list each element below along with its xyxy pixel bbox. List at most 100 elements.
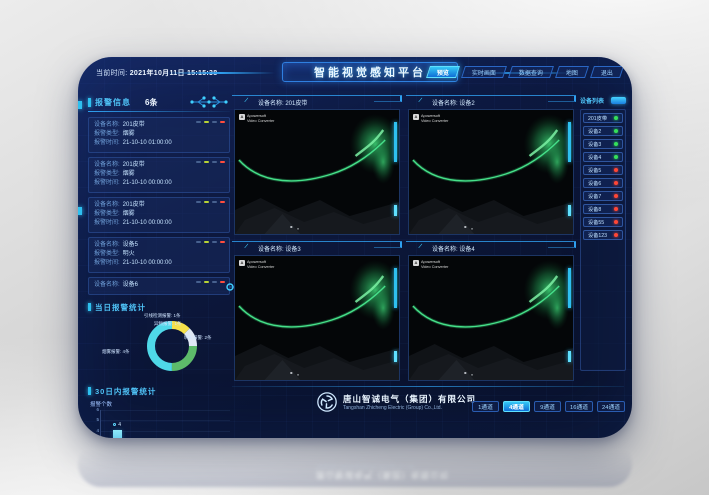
device-name: 设备7 — [588, 193, 601, 200]
alarm-card[interactable]: 设备名称:设备5报警类型:明火报警时间:21-10-10 00:00:00 — [88, 237, 230, 273]
alarm-field-value: 21-10-10 00:00:00 — [123, 219, 172, 228]
nav-button-2[interactable]: 实时画面 — [461, 66, 507, 78]
status-dash — [196, 241, 201, 243]
device-list-item-设备2[interactable]: 设备2 — [583, 126, 623, 136]
device-name: 设备123 — [588, 232, 607, 239]
scrollbar-decoration — [394, 122, 397, 162]
status-dash — [212, 281, 217, 283]
nav-button-label: 预览 — [437, 68, 449, 77]
video-panel-3[interactable]: ∕∕设备名称: 设备3 AApowersoftVideo Converter — [232, 241, 402, 383]
video-feed[interactable]: AApowersoftVideo Converter — [408, 109, 574, 235]
device-list-item-设备6[interactable]: 设备6 — [583, 178, 623, 188]
video-panel-header: ∕∕设备名称: 设备2 — [406, 95, 576, 108]
status-dash — [212, 121, 217, 123]
alarm-sidebar: 报警信息 6条 设备名称:201皮带报警类型:烟雾报警时间:21-10-10 0… — [88, 95, 230, 431]
video-frame — [235, 110, 399, 234]
nav-button-label: 退出 — [601, 68, 613, 77]
nav-button-1[interactable]: 预览 — [426, 66, 460, 78]
device-list-item-设备8[interactable]: 设备8 — [583, 204, 623, 214]
watermark-icon: A — [239, 260, 245, 266]
channel-button-24通道[interactable]: 24通道 — [597, 401, 625, 412]
alarm-card[interactable]: 设备名称:201皮带报警类型:烟雾报警时间:21-10-10 00:00:00 — [88, 157, 230, 193]
alarm-panel-title: 报警信息 — [95, 97, 131, 108]
device-list-item-设备7[interactable]: 设备7 — [583, 191, 623, 201]
watermark-text: ApowersoftVideo Converter — [421, 260, 448, 269]
device-name: 201皮带 — [588, 115, 607, 122]
device-list-item-设备55[interactable]: 设备55 — [583, 217, 623, 227]
alarm-field-label: 设备名称: — [94, 121, 120, 130]
device-list-item-设备4[interactable]: 设备4 — [583, 152, 623, 162]
video-panel-title: 设备名称: 设备2 — [432, 98, 475, 107]
bar-value-marker: 4 — [113, 422, 121, 428]
channel-button-4通道[interactable]: 4通道 — [503, 401, 530, 412]
device-sidebar: 设备列表 201皮带设备2 设备3 设备4 设备5 设备6 设备7 设备8 设备55 设备123 — [580, 95, 626, 395]
status-dash — [220, 121, 225, 123]
status-dash — [196, 121, 201, 123]
device-name: 设备2 — [588, 128, 601, 135]
nav-button-5[interactable]: 退出 — [590, 66, 624, 78]
status-dash — [196, 161, 201, 163]
nav-button-3[interactable]: 数据查询 — [508, 66, 554, 78]
reflection-company-cn: 唐山智诚电气（集团）有限公司 — [316, 469, 449, 481]
status-dash — [212, 161, 217, 163]
channel-button-label: 16通道 — [570, 402, 588, 411]
device-list-header: 设备列表 — [580, 95, 626, 106]
nav-buttons: 预览 实时画面数据查询地图 退出 — [428, 66, 622, 78]
video-feed[interactable]: AApowersoftVideo Converter — [408, 255, 574, 381]
channel-button-16通道[interactable]: 16通道 — [565, 401, 593, 412]
alarm-status-strip — [196, 161, 225, 163]
device-list-item-201皮带[interactable]: 201皮带 — [583, 113, 623, 123]
status-dash — [204, 121, 209, 123]
watermark-text: ApowersoftVideo Converter — [247, 260, 274, 269]
bar — [113, 430, 122, 438]
video-wall: ∕∕设备名称: 201皮带 AApowersoftVideo Converter… — [232, 95, 576, 385]
status-dash — [212, 201, 217, 203]
device-list-item-设备5[interactable]: 设备5 — [583, 165, 623, 175]
alarm-field-label: 设备名称: — [94, 161, 120, 170]
alarm-card[interactable]: 设备名称:201皮带报警类型:烟雾报警时间:21-10-10 01:00:00 — [88, 117, 230, 153]
video-watermark: AApowersoftVideo Converter — [239, 260, 274, 269]
alarm-status-strip — [196, 121, 225, 123]
daily-stats-title: 当日报警统计 — [88, 301, 230, 313]
alarm-status-strip — [196, 201, 225, 203]
video-panel-1[interactable]: ∕∕设备名称: 201皮带 AApowersoftVideo Converter — [232, 95, 402, 237]
company-name-cn: 唐山智诚电气（集团）有限公司 — [343, 393, 476, 405]
panel-reflection: 唐山智诚电气（集团）有限公司 Tangshan Zhicheng Electri… — [78, 441, 632, 487]
channel-button-1通道[interactable]: 1通道 — [472, 401, 499, 412]
device-name: 设备3 — [588, 141, 601, 148]
status-dash — [220, 161, 225, 163]
alarm-field: 报警类型:烟雾 — [94, 130, 224, 139]
video-panel-2[interactable]: ∕∕设备名称: 设备2 AApowersoftVideo Converter — [406, 95, 576, 237]
status-dash — [220, 201, 225, 203]
video-feed[interactable]: AApowersoftVideo Converter — [234, 109, 400, 235]
scrollbar-decoration — [394, 205, 397, 216]
daily-alarm-donut-chart: 烟雾报警: 4条明火报警: 2条引线检测报警: 1条异物报警: 1条 — [88, 313, 230, 379]
status-dash — [204, 281, 209, 283]
nav-button-4[interactable]: 地图 — [555, 66, 589, 78]
alarm-header-underline — [88, 111, 230, 112]
device-search-button[interactable] — [611, 97, 626, 104]
device-name: 设备4 — [588, 154, 601, 161]
donut-label: 烟雾报警: 4条 — [102, 349, 130, 355]
video-watermark: AApowersoftVideo Converter — [413, 114, 448, 123]
donut-label: 明火报警: 2条 — [184, 335, 212, 341]
reflection-company-en: Tangshan Zhicheng Electric (Group) Co.,L… — [316, 463, 449, 469]
bar-chart-ylabel: 报警个数 — [90, 400, 230, 408]
watermark-line2: Video Converter — [247, 265, 274, 270]
alarm-field-value: 21-10-10 01:00:00 — [123, 139, 172, 148]
channel-button-label: 4通道 — [509, 402, 524, 411]
video-feed[interactable]: AApowersoftVideo Converter — [234, 255, 400, 381]
alarm-status-strip — [196, 241, 225, 243]
y-tick-label: 6 — [91, 407, 99, 412]
device-list: 201皮带设备2 设备3 设备4 设备5 设备6 设备7 设备8 设备55 设备123 — [580, 109, 626, 371]
watermark-line2: Video Converter — [247, 119, 274, 124]
device-status-dot — [614, 194, 618, 198]
alarm-field-label: 报警类型: — [94, 130, 120, 139]
video-panel-4[interactable]: ∕∕设备名称: 设备4 AApowersoftVideo Converter — [406, 241, 576, 383]
alarm-field-label: 设备名称: — [94, 201, 120, 210]
device-list-item-设备3[interactable]: 设备3 — [583, 139, 623, 149]
alarm-card[interactable]: 设备名称:201皮带报警类型:烟雾报警时间:21-10-10 00:00:00 — [88, 197, 230, 233]
alarm-card[interactable]: 设备名称:设备6 — [88, 277, 230, 295]
device-list-item-设备123[interactable]: 设备123 — [583, 230, 623, 240]
channel-button-9通道[interactable]: 9通道 — [534, 401, 561, 412]
